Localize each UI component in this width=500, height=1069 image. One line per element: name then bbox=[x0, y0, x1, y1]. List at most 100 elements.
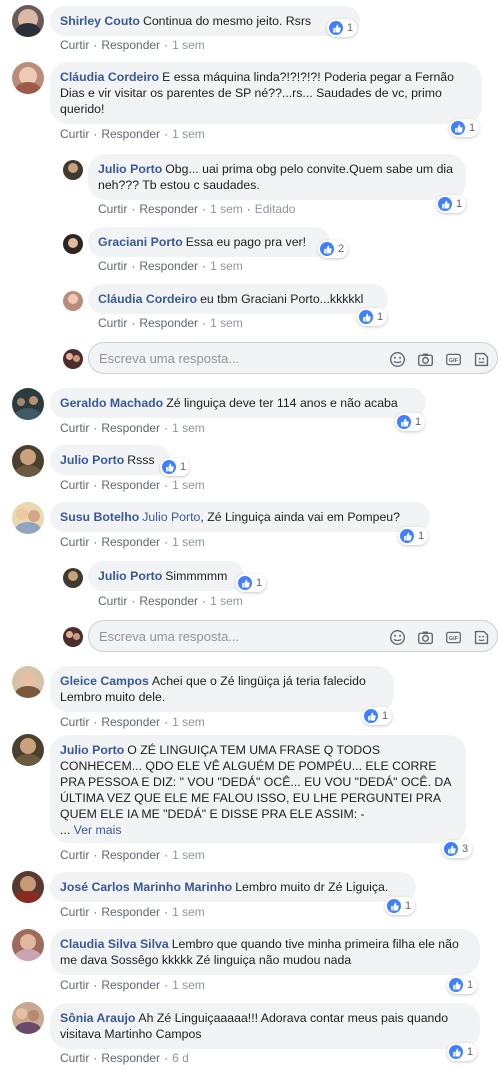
avatar[interactable] bbox=[63, 234, 83, 254]
camera-icon[interactable] bbox=[416, 350, 434, 368]
reaction-count[interactable]: 2 bbox=[318, 240, 349, 258]
like-link[interactable]: Curtir bbox=[60, 478, 89, 492]
avatar[interactable] bbox=[63, 568, 83, 588]
comment-bubble: Susu Botelho Julio Porto, Zé Linguiça ain… bbox=[50, 502, 430, 532]
like-link[interactable]: Curtir bbox=[98, 594, 127, 608]
reaction-count[interactable]: 1 bbox=[236, 574, 267, 592]
comment-author[interactable]: José Carlos Marinho Marinho bbox=[60, 880, 232, 894]
like-link[interactable]: Curtir bbox=[60, 978, 89, 992]
comment-author[interactable]: Claudia Silva Silva bbox=[60, 937, 169, 951]
avatar[interactable] bbox=[12, 871, 44, 903]
like-link[interactable]: Curtir bbox=[60, 848, 89, 862]
sticker-icon[interactable] bbox=[472, 628, 490, 646]
comment-author[interactable]: Susu Botelho bbox=[60, 510, 139, 524]
reply-link[interactable]: Responder bbox=[101, 848, 160, 862]
like-link[interactable]: Curtir bbox=[60, 421, 89, 435]
reaction-count[interactable]: 1 bbox=[160, 458, 191, 476]
reaction-count[interactable]: 1 bbox=[398, 527, 429, 545]
comment-author[interactable]: Julio Porto bbox=[60, 453, 124, 467]
comment-actions: Curtir · Responder · 1 sem bbox=[98, 259, 243, 273]
comment-author[interactable]: Julio Porto bbox=[60, 743, 124, 757]
reply-link[interactable]: Responder bbox=[139, 202, 198, 216]
timestamp[interactable]: 1 sem bbox=[172, 905, 205, 919]
gif-icon[interactable]: GIF bbox=[444, 350, 462, 368]
avatar[interactable] bbox=[12, 445, 44, 477]
timestamp[interactable]: 1 sem bbox=[210, 259, 243, 273]
reaction-count[interactable]: 1 bbox=[385, 897, 416, 915]
avatar[interactable] bbox=[12, 62, 44, 94]
reaction-count[interactable]: 1 bbox=[362, 707, 393, 725]
emoji-icon[interactable] bbox=[388, 350, 406, 368]
reaction-count[interactable]: 3 bbox=[442, 840, 473, 858]
reply-link[interactable]: Responder bbox=[101, 535, 160, 549]
avatar[interactable] bbox=[12, 388, 44, 420]
avatar[interactable] bbox=[12, 929, 44, 961]
like-link[interactable]: Curtir bbox=[60, 535, 89, 549]
reply-link[interactable]: Responder bbox=[101, 127, 160, 141]
comment-author[interactable]: Julio Porto bbox=[98, 162, 162, 176]
like-link[interactable]: Curtir bbox=[98, 316, 127, 330]
timestamp[interactable]: 1 sem bbox=[210, 316, 243, 330]
reply-link[interactable]: Responder bbox=[139, 316, 198, 330]
comment-author[interactable]: Julio Porto bbox=[98, 569, 162, 583]
like-link[interactable]: Curtir bbox=[60, 127, 89, 141]
timestamp[interactable]: 6 d bbox=[172, 1051, 189, 1065]
like-link[interactable]: Curtir bbox=[60, 1051, 89, 1065]
reply-link[interactable]: Responder bbox=[101, 905, 160, 919]
reaction-count[interactable]: 1 bbox=[447, 976, 478, 994]
timestamp[interactable]: 1 sem bbox=[172, 715, 205, 729]
reply-link[interactable]: Responder bbox=[139, 259, 198, 273]
edited-label[interactable]: Editado bbox=[255, 202, 296, 216]
avatar[interactable] bbox=[63, 160, 83, 180]
comment-author[interactable]: Cláudia Cordeiro bbox=[60, 70, 159, 84]
timestamp[interactable]: 1 sem bbox=[172, 848, 205, 862]
reaction-count[interactable]: 1 bbox=[436, 195, 467, 213]
timestamp[interactable]: 1 sem bbox=[210, 202, 243, 216]
reply-input[interactable] bbox=[99, 349, 369, 367]
reply-input[interactable] bbox=[99, 627, 369, 645]
sticker-icon[interactable] bbox=[472, 350, 490, 368]
avatar[interactable] bbox=[12, 5, 44, 37]
comment-bubble: Claudia Silva Silva Lembro que quando tiv… bbox=[50, 929, 480, 975]
comment-author[interactable]: Cláudia Cordeiro bbox=[98, 292, 197, 306]
avatar[interactable] bbox=[12, 734, 44, 766]
reaction-count[interactable]: 1 bbox=[357, 308, 388, 326]
timestamp[interactable]: 1 sem bbox=[172, 478, 205, 492]
reaction-count[interactable]: 1 bbox=[447, 1043, 478, 1061]
reaction-count[interactable]: 1 bbox=[395, 413, 426, 431]
avatar[interactable] bbox=[12, 502, 44, 534]
reply-link[interactable]: Responder bbox=[101, 978, 160, 992]
reply-link[interactable]: Responder bbox=[101, 715, 160, 729]
like-link[interactable]: Curtir bbox=[60, 905, 89, 919]
camera-icon[interactable] bbox=[416, 628, 434, 646]
comment-author[interactable]: Gleice Campos bbox=[60, 674, 149, 688]
timestamp[interactable]: 1 sem bbox=[172, 127, 205, 141]
like-link[interactable]: Curtir bbox=[60, 38, 89, 52]
comment-author[interactable]: Shirley Couto bbox=[60, 14, 140, 28]
emoji-icon[interactable] bbox=[388, 628, 406, 646]
timestamp[interactable]: 1 sem bbox=[210, 594, 243, 608]
timestamp[interactable]: 1 sem bbox=[172, 978, 205, 992]
reply-link[interactable]: Responder bbox=[101, 421, 160, 435]
comment-author[interactable]: Geraldo Machado bbox=[60, 396, 163, 410]
gif-icon[interactable]: GIF bbox=[444, 628, 462, 646]
reply-link[interactable]: Responder bbox=[139, 594, 198, 608]
timestamp[interactable]: 1 sem bbox=[172, 38, 205, 52]
avatar[interactable] bbox=[63, 291, 83, 311]
like-link[interactable]: Curtir bbox=[60, 715, 89, 729]
reaction-count[interactable]: 1 bbox=[327, 19, 358, 37]
mention-tag[interactable]: Julio Porto bbox=[142, 510, 200, 524]
see-more-link[interactable]: Ver mais bbox=[74, 823, 122, 837]
timestamp[interactable]: 1 sem bbox=[172, 421, 205, 435]
reply-link[interactable]: Responder bbox=[101, 1051, 160, 1065]
reply-link[interactable]: Responder bbox=[101, 38, 160, 52]
comment-author[interactable]: Sônia Araujo bbox=[60, 1011, 135, 1025]
like-link[interactable]: Curtir bbox=[98, 259, 127, 273]
comment-author[interactable]: Graciani Porto bbox=[98, 235, 183, 249]
like-link[interactable]: Curtir bbox=[98, 202, 127, 216]
timestamp[interactable]: 1 sem bbox=[172, 535, 205, 549]
reply-link[interactable]: Responder bbox=[101, 478, 160, 492]
reaction-count[interactable]: 1 bbox=[449, 119, 480, 137]
avatar[interactable] bbox=[12, 1002, 44, 1034]
avatar[interactable] bbox=[12, 666, 44, 698]
